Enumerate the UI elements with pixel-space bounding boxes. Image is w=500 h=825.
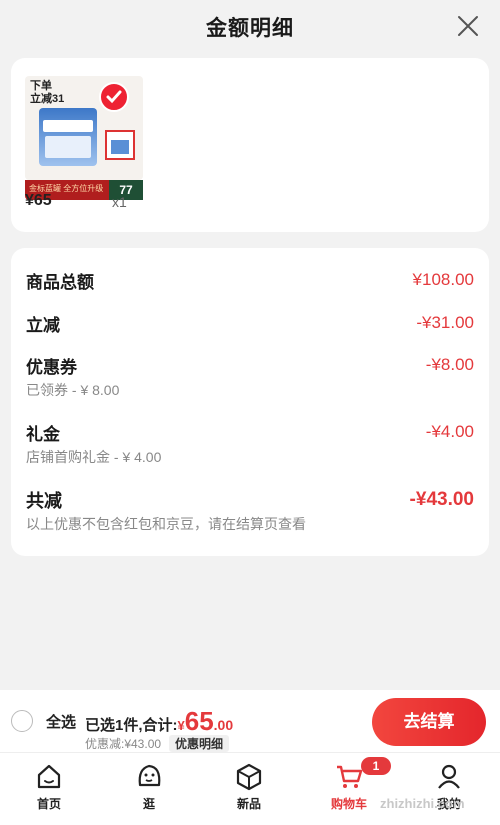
sample-box-inner <box>111 140 129 154</box>
checkout-button[interactable]: 去结算 <box>372 698 486 746</box>
tab-new[interactable]: 新品 <box>204 753 294 825</box>
product-image: 下单 立减31 <box>25 76 143 180</box>
tab-label: 逛 <box>142 797 155 811</box>
detail-value: -¥8.00 <box>425 355 474 374</box>
total-discount-note: 以上优惠不包含红包和京豆，请在结算页查看 <box>26 516 306 532</box>
user-icon <box>438 764 460 789</box>
home-icon <box>37 764 61 789</box>
page-title: 金额明细 <box>206 17 294 40</box>
tab-browse[interactable]: 逛 <box>104 753 194 825</box>
detail-sub: 已领券 - ¥ 8.00 <box>26 382 120 398</box>
detail-value: -¥31.00 <box>416 313 474 332</box>
product-card: 下单 立减31 金标蓝罐 全方位升级 77 ¥65 x1 <box>11 58 489 232</box>
select-all-label[interactable]: 全选 <box>46 711 76 732</box>
pack-label <box>43 120 93 132</box>
currency-symbol: ¥ <box>177 718 185 733</box>
detail-label: 礼金 <box>26 425 60 444</box>
detail-label: 优惠券 <box>26 358 77 377</box>
product-quantity: x1 <box>112 194 127 210</box>
close-icon[interactable] <box>456 14 480 38</box>
total-amount-int: 65 <box>184 706 214 736</box>
cart-icon <box>337 765 363 788</box>
checkout-bar: 全选 已选1件,合计:¥65.00 优惠减:¥43.00 优惠明细 去结算 <box>0 690 500 752</box>
box-icon <box>236 763 262 791</box>
product-price: ¥65 <box>25 192 52 209</box>
detail-value: -¥4.00 <box>425 422 474 441</box>
check-badge-icon <box>99 82 129 112</box>
detail-value: ¥108.00 <box>412 270 474 289</box>
product-thumbnail[interactable]: 下单 立减31 金标蓝罐 全方位升级 77 <box>25 76 143 240</box>
total-amount-dec: .00 <box>213 717 234 733</box>
amount-details-card: 商品总额 ¥108.00 立减 -¥31.00 优惠券 -¥8.00 已领券 -… <box>11 248 489 556</box>
bottom-tabbar: 首页 逛 新品 1 购物车 我的 zhizhizhi.com <box>0 752 500 825</box>
face-icon <box>138 764 161 787</box>
tab-label: 首页 <box>36 797 61 811</box>
header: 金额明细 <box>0 0 500 52</box>
discount-summary: 优惠减:¥43.00 优惠明细 <box>85 735 230 752</box>
detail-sub: 店铺首购礼金 - ¥ 4.00 <box>26 449 162 465</box>
discount-detail-tag[interactable]: 优惠明细 <box>169 735 230 752</box>
watermark: zhizhizhi.com <box>380 796 465 811</box>
detail-label: 商品总额 <box>26 273 94 292</box>
total-discount-value: -¥43.00 <box>409 489 474 510</box>
selected-summary: 已选1件,合计:¥65.00 <box>85 706 233 737</box>
selected-count-label: 已选1件,合计: <box>85 717 178 734</box>
tab-label: 新品 <box>236 797 261 811</box>
promo-label: 下单 立减31 <box>30 80 65 105</box>
discount-amount: 优惠减:¥43.00 <box>85 737 162 751</box>
tab-cart[interactable]: 1 购物车 <box>304 753 394 825</box>
tab-mine[interactable]: 我的 <box>404 753 494 825</box>
total-discount-label: 共减 <box>26 491 62 511</box>
detail-label: 立减 <box>26 316 60 335</box>
pack-label-lower <box>45 136 91 158</box>
select-all-radio[interactable] <box>11 710 33 732</box>
tab-home[interactable]: 首页 <box>4 753 94 825</box>
cart-badge: 1 <box>361 757 391 775</box>
